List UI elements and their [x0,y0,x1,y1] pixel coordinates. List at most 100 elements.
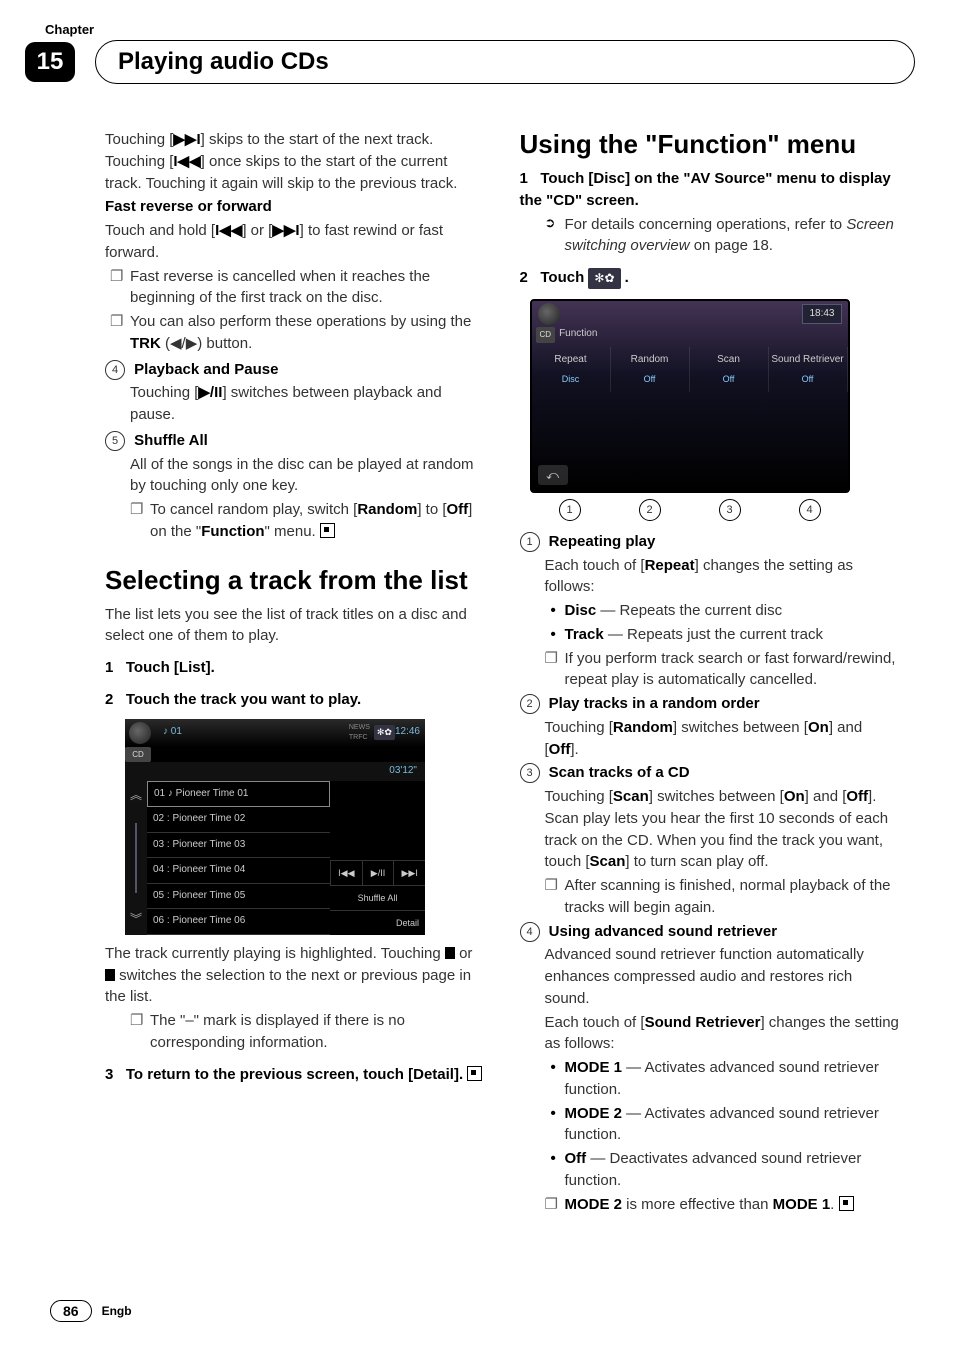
mode1-label: MODE 1 [565,1059,623,1076]
item-label: Scan [717,354,740,365]
text: or [455,945,473,962]
callout-3-icon: 3 [719,499,741,521]
home-button[interactable] [129,722,151,744]
text: Each touch of [ [545,1014,645,1031]
disc-label: Disc [565,602,597,619]
text: ]. [570,741,578,758]
item-sub: Off [613,373,687,386]
elapsed-time: 03'12" [125,762,425,781]
step-number: 3 [105,1066,113,1083]
shuffle-all-button[interactable]: Shuffle All [330,885,425,910]
chapter-label: Chapter [45,22,94,37]
random-label: Random [613,719,673,736]
on-label: On [784,788,805,805]
figure-track-list: ♪ 01 NEWSTRFC ✻✿ 12:46 CD 03'12" ︽ [125,719,425,935]
list-item[interactable]: 03 : Pioneer Time 03 [147,833,330,859]
heading-sound-retriever: Using advanced sound retriever [549,923,777,940]
step-text: Touch [Disc] on the "AV Source" menu to … [520,170,891,209]
text: Touching [ [545,719,613,736]
text: on page 18. [690,237,773,254]
random-label: Random [357,501,417,518]
callout-1-icon: 1 [559,499,581,521]
chapter-number-badge: 15 [25,42,75,82]
text: Advanced sound retriever function automa… [520,944,900,1009]
off-label: Off [447,501,469,518]
note-item: The "–" mark is displayed if there is no… [105,1010,485,1054]
step-text: To return to the previous screen, touch … [126,1066,463,1083]
list-item[interactable]: 01 ♪ Pioneer Time 01 [147,781,330,808]
text: ] or [ [242,222,272,239]
settings-icon[interactable]: ✻✿ [374,725,395,740]
note-item: You can also perform these operations by… [105,311,485,355]
text: Touching [ [545,788,613,805]
note-item: MODE 2 is more effective than MODE 1. [520,1194,900,1216]
news-trfc-icon: NEWSTRFC [349,723,370,743]
fastfwd-icon: ▶▶I [272,222,299,239]
step-text: Touch the track you want to play. [126,691,361,708]
clock: 18:43 [802,304,841,325]
text: (◀/▶) button. [161,335,252,352]
text: Each touch of [ [545,557,645,574]
note-item: If you perform track search or fast forw… [520,648,900,692]
step-text: Touch [List]. [126,659,215,676]
text: Touch and hold [ [105,222,215,239]
note-item: After scanning is finished, normal playb… [520,875,900,919]
text: — Repeats the current disc [596,602,782,619]
list-item[interactable]: 05 : Pioneer Time 05 [147,884,330,910]
right-column: Using the "Function" menu 1 Touch [Disc]… [520,129,900,1217]
trk-label: TRK [130,335,161,352]
mode2-label: MODE 2 [565,1196,623,1213]
sound-retriever-label: Sound Retriever [645,1014,761,1031]
back-button[interactable]: ⤺ [538,465,568,485]
detail-button[interactable]: Detail [330,910,425,935]
scroll-down-glyph-icon [105,969,115,981]
list-item[interactable]: 02 : Pioneer Time 02 [147,807,330,833]
text: — Repeats just the current track [604,626,823,643]
scan-button[interactable]: Scan Off [690,347,769,393]
scroll-up-glyph-icon [445,947,455,959]
text: Touching [ [105,131,173,148]
step-number: 1 [520,170,541,187]
play-pause-button[interactable]: ▶/II [362,861,394,885]
random-button[interactable]: Random Off [611,347,690,393]
heading-fast: Fast reverse or forward [105,196,485,218]
sound-retriever-button[interactable]: Sound Retriever Off [769,347,848,393]
language-code: Engb [102,1304,132,1318]
list-item[interactable]: 04 : Pioneer Time 04 [147,858,330,884]
home-button[interactable] [538,303,560,325]
text: ] switches between [ [673,719,808,736]
heading-scan: Scan tracks of a CD [549,764,690,781]
step-number: 2 [105,691,126,708]
text: All of the songs in the disc can be play… [105,454,485,498]
callout-4-icon: 4 [799,499,821,521]
end-section-icon [467,1066,482,1081]
heading-shuffle: Shuffle All [134,432,208,449]
item-label: Random [631,354,669,365]
text: The track currently playing is highlight… [105,945,445,962]
repeat-button[interactable]: Repeat Disc [532,347,611,393]
step-text: Touch [540,269,588,286]
source-cd-label: CD [536,327,556,343]
scroll-down-icon[interactable]: ︾ [130,911,142,928]
left-column: Touching [▶▶I] skips to the start of the… [105,129,485,1217]
clock: 12:46 [395,725,420,740]
item-sub: Off [692,373,766,386]
scan-label: Scan [590,853,626,870]
callout-4-icon: 4 [520,922,540,942]
prev-button[interactable]: I◀◀ [330,861,362,885]
heading-select-track: Selecting a track from the list [105,565,485,596]
off-label: Off [549,741,571,758]
off-label: Off [846,788,868,805]
scroll-up-icon[interactable]: ︽ [130,787,142,804]
next-button[interactable]: ▶▶I [393,861,425,885]
scrollbar-track[interactable] [135,823,137,893]
heading-function-menu: Using the "Function" menu [520,129,900,160]
prev-track-icon: I◀◀ [173,153,200,170]
callout-5-icon: 5 [105,431,125,451]
heading-playback: Playback and Pause [134,361,278,378]
text: — Deactivates advanced sound retriever f… [565,1150,862,1189]
list-item[interactable]: 06 : Pioneer Time 06 [147,909,330,935]
play-pause-icon: ▶/II [198,384,222,401]
function-touch-icon: ✻✿ [588,268,620,289]
text: ] switches between [ [649,788,784,805]
